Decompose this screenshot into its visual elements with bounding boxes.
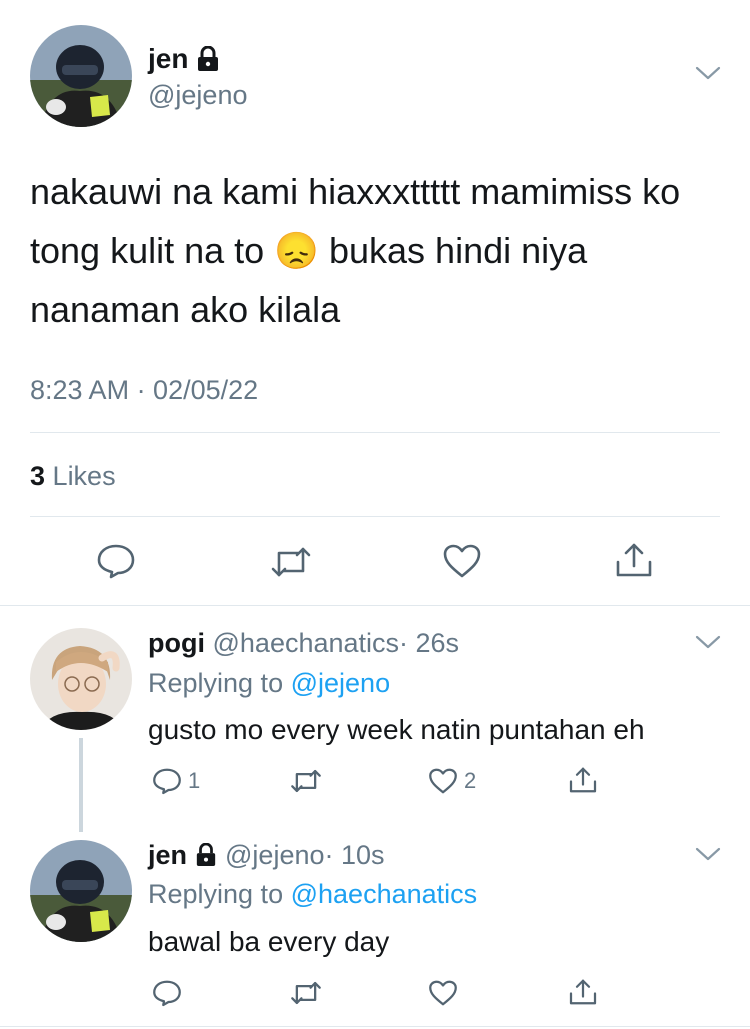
retweet-icon[interactable] [270,545,312,579]
replying-to-link[interactable]: @jejeno [291,668,390,698]
reply-display-name[interactable]: pogi [148,628,205,658]
share-icon[interactable] [568,765,598,795]
likes-count: 3 [30,461,46,491]
reply-time[interactable]: · 10s [325,840,385,870]
share-icon[interactable] [614,541,654,579]
replying-to: Replying to @jejeno [148,667,390,699]
likes-summary[interactable]: 3 Likes [30,460,116,492]
replying-prefix: Replying to [148,668,284,698]
chevron-down-icon[interactable] [694,633,722,651]
divider [30,432,720,433]
main-tweet-text: nakauwi na kami hiaxxxttttt mamimiss ko … [30,171,681,330]
reply-icon[interactable] [152,979,182,1007]
lock-icon [196,46,220,72]
likes-label: Likes [52,461,116,491]
main-timestamp[interactable]: 8:23 AM · 02/05/22 [30,374,258,406]
like-icon[interactable] [442,543,482,579]
replying-to-link[interactable]: @haechanatics [291,879,478,909]
reply-time[interactable]: · 26s [399,628,459,658]
main-handle[interactable]: @jejeno [148,80,247,110]
reply-header: pogi @haechanatics· 26s [148,627,459,659]
reply-text: bawal ba every day [148,926,390,957]
lock-icon [195,843,217,867]
like-count: 2 [464,768,477,793]
reply-icon[interactable] [96,543,136,579]
chevron-down-icon[interactable] [694,64,722,82]
divider [0,605,750,606]
main-display-name[interactable]: jen [148,44,188,74]
reply-handle[interactable]: @jejeno [225,840,324,870]
reply-avatar[interactable] [30,628,132,730]
main-avatar[interactable] [30,25,132,127]
share-icon[interactable] [568,977,598,1007]
reply-display-name[interactable]: jen [148,839,187,871]
reply-count: 1 [188,768,201,793]
reply-header: jen @jejeno· 10s [148,839,385,871]
reply-text: gusto mo every week natin puntahan eh [148,714,645,745]
reply-icon[interactable]: 1 [152,767,200,795]
like-icon[interactable]: 2 [428,767,476,795]
divider [30,516,720,517]
replying-to: Replying to @haechanatics [148,878,477,910]
reply-handle[interactable]: @haechanatics [213,628,400,658]
reply-avatar[interactable] [30,840,132,942]
replying-prefix: Replying to [148,879,284,909]
like-icon[interactable] [428,979,458,1007]
chevron-down-icon[interactable] [694,845,722,863]
retweet-icon[interactable] [290,980,322,1006]
thread-line [79,738,83,832]
divider [0,1026,750,1027]
retweet-icon[interactable] [290,768,322,794]
